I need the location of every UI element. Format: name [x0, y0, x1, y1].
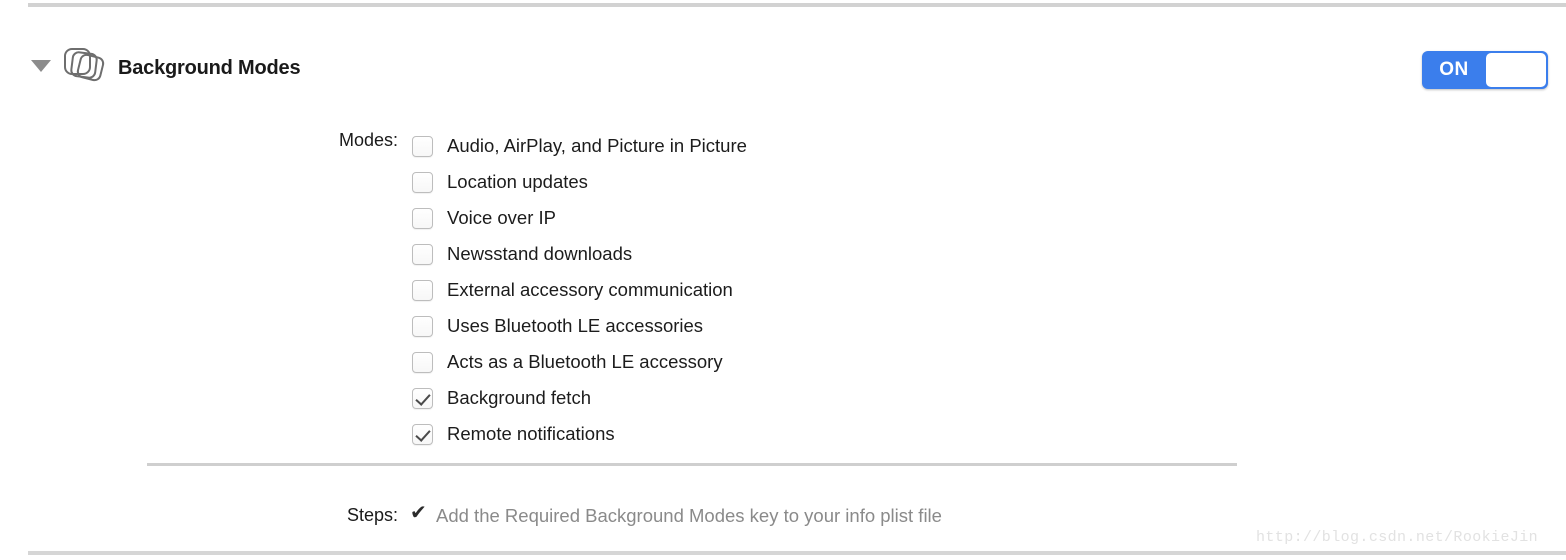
mode-checkbox[interactable]	[412, 423, 433, 445]
background-modes-capability-panel: Background Modes ON Modes: Audio, AirPla…	[0, 0, 1566, 560]
capability-header: Background Modes ON	[0, 20, 1566, 89]
mode-checkbox[interactable]	[412, 243, 433, 265]
list-item[interactable]: Location updates	[412, 164, 747, 200]
bottom-divider	[28, 551, 1566, 555]
mode-label: Remote notifications	[447, 423, 615, 444]
mode-label: External accessory communication	[447, 279, 733, 300]
list-item[interactable]: Newsstand downloads	[412, 236, 747, 272]
toggle-state-label: ON	[1439, 59, 1469, 80]
mode-checkbox[interactable]	[412, 207, 433, 229]
mode-label: Acts as a Bluetooth LE accessory	[447, 351, 723, 372]
list-item[interactable]: Acts as a Bluetooth LE accessory	[412, 344, 747, 380]
section-divider	[147, 463, 1237, 466]
capability-toggle[interactable]: ON	[1422, 51, 1548, 89]
stacked-cards-icon	[58, 44, 110, 90]
mode-checkbox[interactable]	[412, 387, 433, 409]
mode-checkbox[interactable]	[412, 279, 433, 301]
list-item[interactable]: Background fetch	[412, 380, 747, 416]
modes-label: Modes:	[338, 130, 398, 150]
watermark: http://blog.csdn.net/RookieJin	[1256, 529, 1539, 546]
mode-label: Voice over IP	[447, 207, 557, 228]
check-icon: ✔	[410, 502, 427, 524]
mode-checkbox[interactable]	[412, 315, 433, 337]
triangle-down-icon[interactable]	[31, 60, 51, 72]
list-item[interactable]: Voice over IP	[412, 200, 747, 236]
toggle-knob	[1486, 53, 1546, 87]
mode-label: Background fetch	[447, 387, 591, 408]
top-divider	[28, 3, 1566, 7]
mode-label: Audio, AirPlay, and Picture in Picture	[447, 135, 747, 156]
mode-label: Uses Bluetooth LE accessories	[447, 315, 704, 336]
steps-description: Add the Required Background Modes key to…	[436, 505, 942, 526]
list-item[interactable]: Remote notifications	[412, 416, 747, 452]
list-item[interactable]: Audio, AirPlay, and Picture in Picture	[412, 128, 747, 164]
mode-label: Newsstand downloads	[447, 243, 633, 264]
mode-checkbox[interactable]	[412, 135, 433, 157]
list-item[interactable]: Uses Bluetooth LE accessories	[412, 308, 747, 344]
list-item[interactable]: External accessory communication	[412, 272, 747, 308]
mode-checkbox[interactable]	[412, 351, 433, 373]
mode-label: Location updates	[447, 171, 588, 192]
steps-label: Steps:	[346, 505, 398, 525]
page-title: Background Modes	[118, 57, 301, 79]
mode-checkbox[interactable]	[412, 171, 433, 193]
modes-checkbox-list: Audio, AirPlay, and Picture in Picture L…	[412, 128, 747, 452]
